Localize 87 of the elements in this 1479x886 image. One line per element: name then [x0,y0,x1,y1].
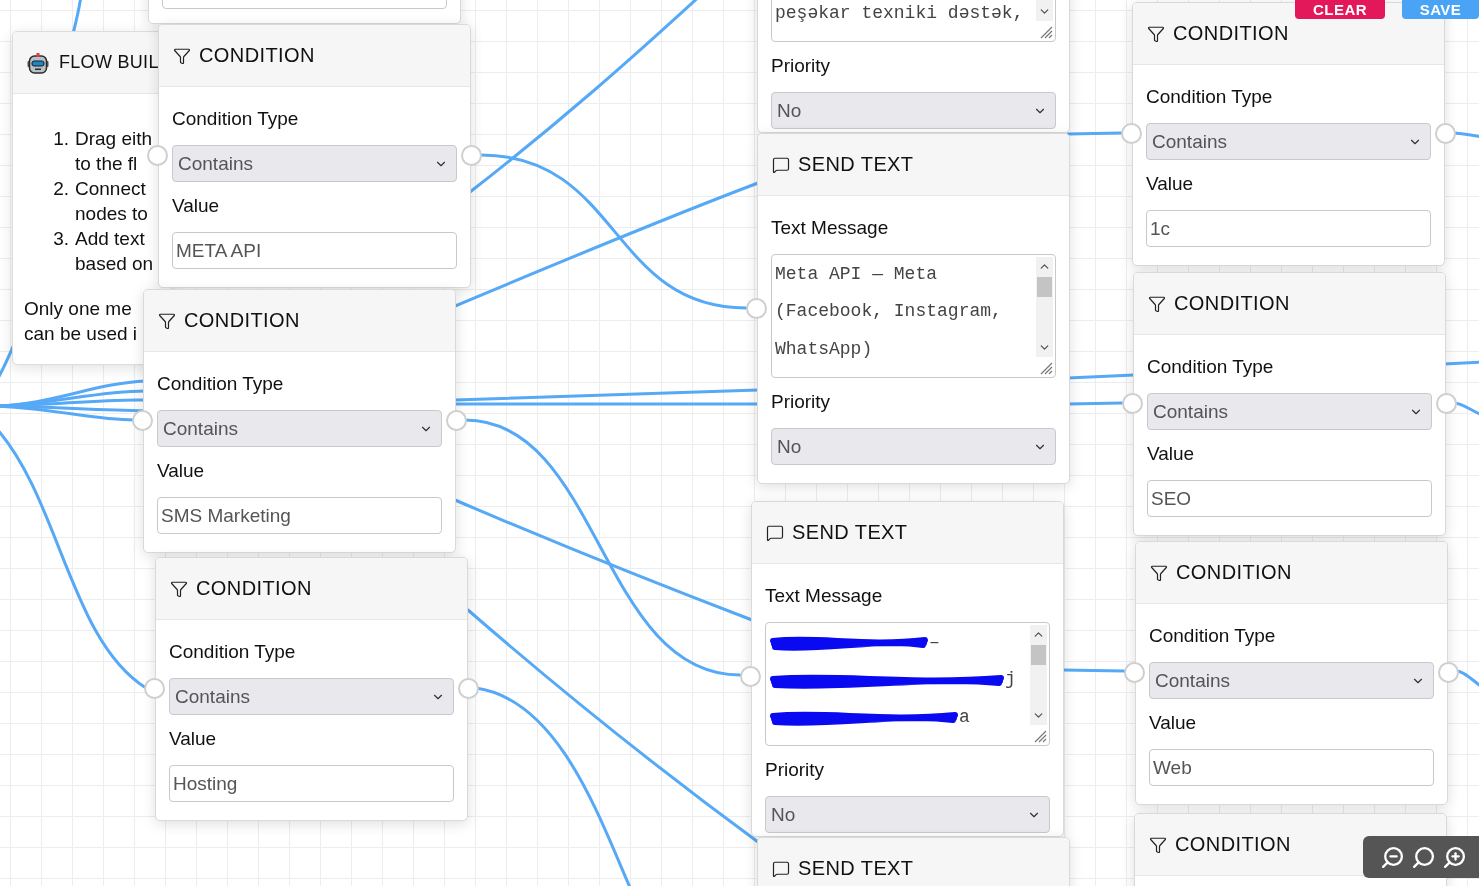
node-title: CONDITION [196,577,312,600]
connection-handle[interactable] [1122,393,1143,414]
connection-handle[interactable] [458,678,479,699]
resize-grip-icon[interactable] [1040,26,1053,39]
connection-handle[interactable] [1436,393,1457,414]
node-title: CONDITION [1176,561,1292,584]
node-title: CONDITION [199,44,315,67]
field-label: Value [169,727,217,751]
filter-icon [173,46,191,65]
connection-handle[interactable] [461,145,482,166]
message-icon [772,155,790,174]
field-label: Value [1146,172,1194,196]
dropdown-select[interactable]: No [765,796,1050,833]
resize-grip-icon[interactable] [1034,730,1047,743]
connection-curve [1066,131,1123,136]
field-label: Condition Type [157,372,284,396]
field-label: Condition Type [169,640,296,664]
connection-handle[interactable] [132,410,153,431]
dropdown-select[interactable]: Contains [1146,123,1431,160]
step-number: 2. [52,177,70,201]
zoom-in-icon [1441,844,1467,870]
search-icon [1410,844,1436,870]
dropdown-select[interactable]: Contains [157,410,442,447]
text-input[interactable]: SMS Marketing [157,497,442,534]
dropdown-select[interactable]: No [771,92,1056,129]
dropdown-select[interactable]: No [771,428,1056,465]
scrollbar-thumb[interactable] [1037,277,1052,297]
field-label: Text Message [765,584,883,608]
field-label: Priority [771,54,831,78]
field-label: Value [157,459,205,483]
connection-handle[interactable] [144,678,165,699]
connection-handle[interactable] [446,410,467,431]
field-label: Condition Type [1146,85,1273,109]
filter-icon [1149,835,1167,854]
robot-icon [27,51,49,74]
dropdown-select[interactable]: Contains [1147,393,1432,430]
node-title: SEND TEXT [792,521,908,544]
field-label: Priority [765,758,825,782]
filter-icon [1150,563,1168,582]
field-label: Condition Type [172,107,299,131]
zoom-out-icon [1379,844,1405,870]
connection-handle[interactable] [1435,123,1456,144]
node-title: CONDITION [1175,833,1291,856]
text-input[interactable]: Web [1149,749,1434,786]
resize-grip-icon[interactable] [1040,362,1053,375]
dropdown-select[interactable]: Contains [169,678,454,715]
node-title: SEND TEXT [798,857,914,880]
connection-handle[interactable] [740,665,761,687]
field-label: Value [1149,711,1197,735]
filter-icon [1148,294,1166,313]
field-label: Condition Type [1147,355,1274,379]
node-title: CONDITION [184,309,300,332]
text-input[interactable]: META API [172,232,457,269]
node-title: SEND TEXT [798,153,914,176]
connection-handle[interactable] [746,297,767,319]
field-label: Condition Type [1149,624,1276,648]
step-text: Connect nodes to [75,177,148,226]
message-textarea[interactable]: peşəkar texniki dəstək, [771,0,1056,42]
message-icon [766,523,784,542]
node-title: CONDITION [1173,22,1289,45]
filter-icon [170,579,188,598]
connection-handle[interactable] [1438,662,1459,683]
message-textarea[interactable]: – j a [765,622,1050,746]
field-label: Value [172,194,220,218]
field-label: Value [1147,442,1195,466]
connection-handle[interactable] [1124,662,1145,683]
text-input[interactable]: SEO [1147,480,1432,517]
node-title: CONDITION [1174,292,1290,315]
dropdown-select[interactable]: Contains [1149,662,1434,699]
flow-node[interactable]: SEND TEXT [757,837,1070,886]
step-number: 1. [52,127,70,151]
text-input[interactable]: 1c [1146,210,1431,247]
step-number: 3. [52,227,70,251]
filter-icon [1147,24,1165,43]
text-input[interactable]: Hosting [169,765,454,802]
scrollbar-thumb[interactable] [1031,645,1046,665]
scrollbar[interactable] [1036,257,1053,357]
connection-handle[interactable] [1121,123,1142,144]
clear-button[interactable]: CLEAR [1295,0,1385,19]
field-label: Text Message [771,216,889,240]
flow-node[interactable]: peşəkar texniki dəstək, Priority No [757,0,1070,133]
scrollbar[interactable] [1030,625,1047,725]
message-textarea[interactable]: Meta API — Meta (Facebook, Instagram, WhatsApp) [771,254,1056,378]
field-label: Priority [771,390,831,414]
dropdown-select[interactable]: Contains [172,145,457,182]
filter-icon [158,311,176,330]
message-icon [772,859,790,878]
